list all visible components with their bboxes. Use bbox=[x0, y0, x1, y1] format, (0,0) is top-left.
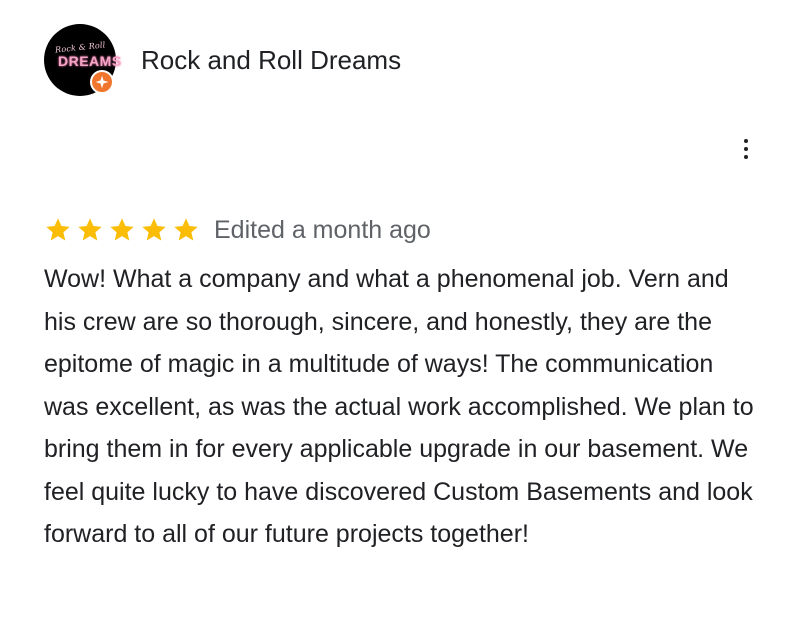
more-options-dot bbox=[744, 139, 748, 143]
star-icon bbox=[78, 218, 102, 241]
logo-text-main: DREAMS bbox=[58, 53, 122, 69]
star-icon bbox=[174, 218, 198, 241]
more-options-dot bbox=[744, 147, 748, 151]
reviewer-avatar[interactable]: Rock & Roll DREAMS bbox=[44, 24, 121, 96]
star-rating bbox=[44, 216, 200, 244]
review-text: Wow! What a company and what a phenomena… bbox=[44, 265, 754, 548]
edited-timestamp: Edited a month ago bbox=[214, 215, 431, 244]
review-header: Rock & Roll DREAMS Rock and Roll Dreams bbox=[44, 24, 401, 96]
star-icon bbox=[46, 218, 70, 241]
star-icon bbox=[142, 218, 166, 241]
rating-row: Edited a month ago bbox=[44, 212, 431, 248]
more-options-icon[interactable] bbox=[732, 134, 760, 164]
star-icon bbox=[110, 218, 134, 241]
reviewer-name[interactable]: Rock and Roll Dreams bbox=[141, 45, 401, 76]
local-guide-star-icon bbox=[90, 70, 114, 94]
more-options-dot bbox=[744, 155, 748, 159]
